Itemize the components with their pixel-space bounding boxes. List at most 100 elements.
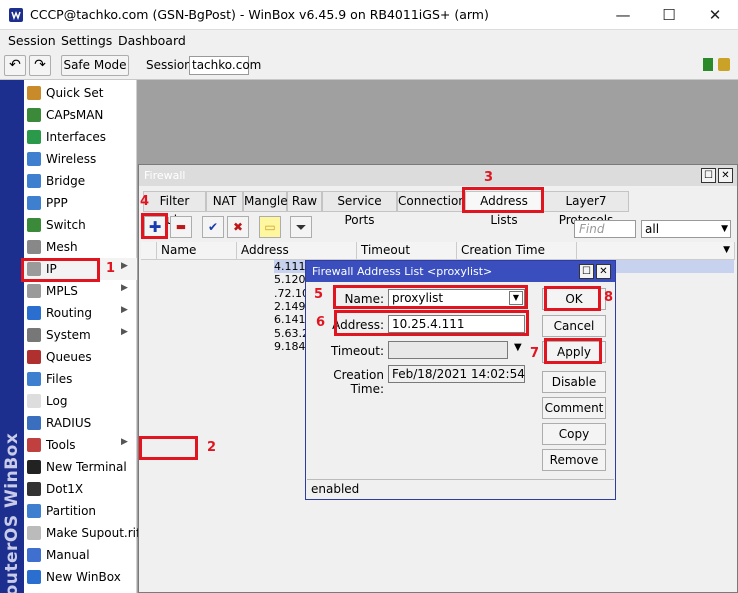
- enable-icon[interactable]: ✔: [202, 216, 224, 238]
- manual-icon: [27, 548, 41, 562]
- highlight-ok: [544, 286, 601, 311]
- dialog-title-bar: Firewall Address List <proxylist> ☐ ✕: [306, 261, 615, 282]
- redo-button[interactable]: ↷: [29, 55, 51, 76]
- sidebar-item-label: Wireless: [46, 152, 97, 166]
- disable-button[interactable]: Disable: [542, 371, 606, 393]
- sidebar-item-dot1x[interactable]: Dot1X: [24, 478, 137, 500]
- filter-icon[interactable]: ⏷: [290, 216, 312, 238]
- column-menu-icon[interactable]: ▼: [723, 242, 730, 258]
- comment-button[interactable]: Comment: [542, 397, 606, 419]
- sidebar-item-routing[interactable]: Routing ▶: [24, 302, 137, 324]
- sidebar: Quick Set CAPsMAN Interfaces Wireless Bridge…: [24, 80, 141, 593]
- mpls-icon: [27, 284, 41, 298]
- highlight-add: [141, 213, 168, 239]
- timeout-dropdown-icon[interactable]: ▼: [514, 342, 522, 353]
- column-timeout[interactable]: Timeout: [357, 242, 457, 260]
- comment-icon[interactable]: ▭: [259, 216, 281, 238]
- sidebar-item-radius[interactable]: RADIUS: [24, 412, 137, 434]
- sidebar-item-mesh[interactable]: Mesh: [24, 236, 137, 258]
- sidebar-item-switch[interactable]: Switch: [24, 214, 137, 236]
- annotation-2: 2: [207, 440, 217, 455]
- session-field[interactable]: tachko.com: [189, 56, 261, 75]
- sidebar-item-label: Switch: [46, 218, 86, 232]
- submenu-arrow-icon: ▶: [121, 261, 128, 271]
- column-creation-time[interactable]: Creation Time: [457, 242, 577, 260]
- sidebar-item-new-terminal[interactable]: New Terminal: [24, 456, 137, 478]
- creation-time-label: Creation Time:: [333, 368, 384, 396]
- system-icon: [27, 328, 41, 342]
- sidebar-item-label: Queues: [46, 350, 92, 364]
- firewall-title: Firewall: [144, 169, 186, 182]
- firewall-title-bar: Firewall ☐ ✕: [139, 165, 737, 186]
- sidebar-item-quick-set[interactable]: Quick Set: [24, 82, 137, 104]
- sidebar-item-new-winbox[interactable]: New WinBox: [24, 566, 137, 588]
- maximize-button[interactable]: ☐: [646, 0, 692, 30]
- sidebar-item-bridge[interactable]: Bridge: [24, 170, 137, 192]
- annotation-5: 5: [314, 287, 324, 302]
- annotation-7: 7: [530, 346, 540, 361]
- safe-mode-button[interactable]: Safe Mode: [61, 55, 129, 76]
- routing-icon: [27, 306, 41, 320]
- column-name[interactable]: Name: [157, 242, 237, 260]
- sidebar-item-tools[interactable]: Tools ▶: [24, 434, 137, 456]
- sidebar-item-mpls[interactable]: MPLS ▶: [24, 280, 137, 302]
- menu-dashboard[interactable]: Dashboard: [118, 33, 186, 48]
- sidebar-item-label: RADIUS: [46, 416, 92, 430]
- radius-icon: [27, 416, 41, 430]
- tab-layer7-protocols[interactable]: Layer7 Protocols: [543, 191, 629, 227]
- dialog-close-button[interactable]: ✕: [596, 264, 611, 279]
- sidebar-item-partition[interactable]: Partition: [24, 500, 137, 522]
- log-icon: [27, 394, 41, 408]
- cancel-button[interactable]: Cancel: [542, 315, 606, 337]
- tools-icon: [27, 438, 41, 452]
- menu-settings[interactable]: Settings: [61, 33, 112, 48]
- sidebar-item-ppp[interactable]: PPP: [24, 192, 137, 214]
- files-icon: [27, 372, 41, 386]
- annotation-8: 8: [604, 290, 614, 305]
- firewall-maximize-button[interactable]: ☐: [701, 168, 716, 183]
- disable-icon[interactable]: ✖: [227, 216, 249, 238]
- new-terminal-icon: [27, 460, 41, 474]
- dialog-title: Firewall Address List <proxylist>: [312, 265, 493, 278]
- sidebar-item-label: PPP: [46, 196, 68, 210]
- sidebar-item-label: Tools: [46, 438, 76, 452]
- sidebar-item-files[interactable]: Files: [24, 368, 137, 390]
- minimize-button[interactable]: —: [600, 0, 646, 30]
- timeout-input[interactable]: [388, 341, 508, 359]
- sidebar-item-log[interactable]: Log: [24, 390, 137, 412]
- tab-filter-rules[interactable]: Filter Rules: [143, 191, 206, 227]
- sidebar-item-system[interactable]: System ▶: [24, 324, 137, 346]
- sidebar-item-capsman[interactable]: CAPsMAN: [24, 104, 137, 126]
- tab-raw[interactable]: Raw: [287, 191, 322, 212]
- sidebar-item-manual[interactable]: Manual: [24, 544, 137, 566]
- ppp-icon: [27, 196, 41, 210]
- column-address[interactable]: Address: [237, 242, 357, 260]
- undo-button[interactable]: ↶: [4, 55, 26, 76]
- copy-button[interactable]: Copy: [542, 423, 606, 445]
- sidebar-item-label: Bridge: [46, 174, 86, 188]
- filter-select[interactable]: all ▼: [641, 220, 731, 238]
- tab-connections[interactable]: Connections: [397, 191, 472, 212]
- close-button[interactable]: ✕: [692, 0, 738, 30]
- sidebar-item-make-supout-rif[interactable]: Make Supout.rif: [24, 522, 141, 544]
- annotation-1: 1: [106, 261, 116, 276]
- sidebar-item-label: Routing: [46, 306, 93, 320]
- partition-icon: [27, 504, 41, 518]
- capsman-icon: [27, 108, 41, 122]
- sidebar-item-queues[interactable]: Queues: [24, 346, 137, 368]
- tab-mangle[interactable]: Mangle: [243, 191, 288, 212]
- tab-nat[interactable]: NAT: [206, 191, 243, 212]
- sidebar-item-wireless[interactable]: Wireless: [24, 148, 137, 170]
- tab-service-ports[interactable]: Service Ports: [322, 191, 397, 227]
- sidebar-item-interfaces[interactable]: Interfaces: [24, 126, 137, 148]
- sidebar-item-label: CAPsMAN: [46, 108, 104, 122]
- padlock-icon: [718, 58, 730, 71]
- toolbar: ↶ ↷ Safe Mode Session: tachko.com: [0, 52, 738, 80]
- find-input[interactable]: Find: [574, 220, 636, 238]
- remove-icon[interactable]: ▬: [170, 216, 192, 238]
- dialog-maximize-button[interactable]: ☐: [579, 264, 594, 279]
- remove-button[interactable]: Remove: [542, 449, 606, 471]
- firewall-close-button[interactable]: ✕: [718, 168, 733, 183]
- sidebar-item-label: Make Supout.rif: [46, 526, 141, 540]
- menu-session[interactable]: Session: [8, 33, 56, 48]
